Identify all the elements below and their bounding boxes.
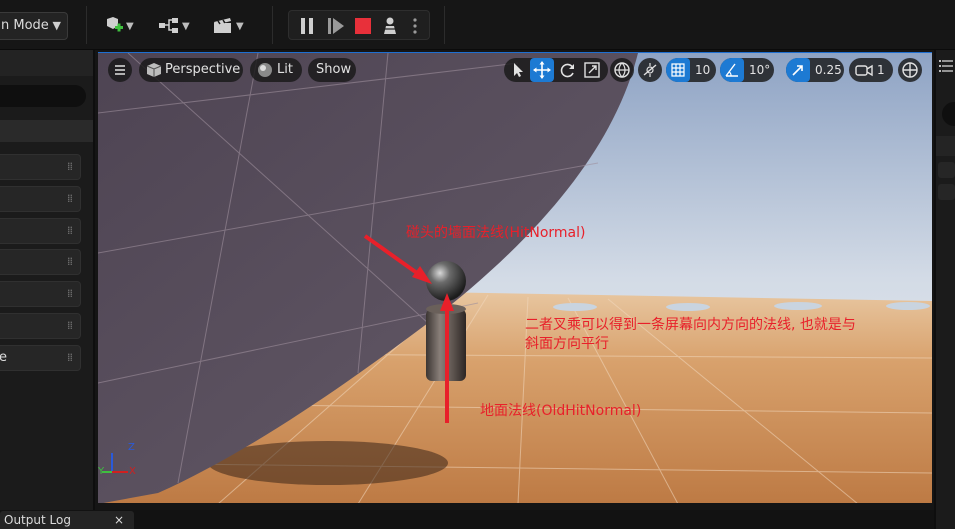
rotation-snap-toggle[interactable] <box>720 58 744 82</box>
list-item[interactable] <box>938 162 955 178</box>
mode-selector-label: n Mode <box>1 18 49 33</box>
surface-snapping-button[interactable] <box>638 58 662 82</box>
possess-icon[interactable] <box>381 16 399 36</box>
more-options-icon[interactable] <box>411 16 419 36</box>
mode-selector-button[interactable]: n Mode ▼ <box>0 12 68 40</box>
translate-button[interactable] <box>530 58 554 82</box>
stop-icon[interactable] <box>355 16 371 36</box>
main-toolbar: n Mode ▼ ▼ ▼ ▼ <box>0 0 955 50</box>
scale-snap-icon <box>792 65 803 76</box>
drag-handle-icon[interactable]: ⁞⁞ <box>67 187 73 211</box>
drag-handle-icon[interactable]: ⁞⁞ <box>67 219 73 243</box>
scale-icon[interactable] <box>582 60 602 80</box>
view-mode-button[interactable]: Perspective <box>139 58 243 82</box>
viewport-scene <box>98 53 932 503</box>
lighting-mode-label: Lit <box>277 62 293 77</box>
grid-snap-toggle[interactable] <box>666 58 690 82</box>
show-flags-button[interactable]: Show <box>308 58 356 82</box>
blueprint-icon <box>159 18 178 33</box>
unreal-editor-window: n Mode ▼ ▼ ▼ ▼ ⁞⁞ ⁞⁞ ⁞⁞ ⁞⁞ ⁞⁞ ⁞⁞ e ⁞⁞ Pe… <box>0 0 955 529</box>
axis-y-label: Y <box>98 466 105 477</box>
bottom-drawer: Output Log × <box>0 510 934 529</box>
list-item[interactable]: ⁞⁞ <box>0 249 81 275</box>
cinematics-icon <box>214 18 231 33</box>
scale-snap-value: 0.25 <box>815 63 842 77</box>
rotate-icon[interactable] <box>558 60 578 80</box>
add-actor-button[interactable]: ▼ <box>104 12 134 38</box>
grid-icon <box>671 63 685 77</box>
surface-snap-icon <box>643 63 657 77</box>
lighting-mode-button[interactable]: Lit <box>250 58 302 82</box>
drag-handle-icon[interactable]: ⁞⁞ <box>67 346 73 370</box>
chevron-down-icon: ▼ <box>236 21 244 32</box>
show-flags-label: Show <box>316 62 352 77</box>
output-log-tab-label: Output Log <box>4 513 71 527</box>
annotation-floor-normal: 地面法线(OldHitNormal) <box>480 403 642 419</box>
search-input[interactable] <box>942 102 955 126</box>
hamburger-menu-icon <box>115 65 125 75</box>
cinematics-button[interactable]: ▼ <box>212 12 244 38</box>
camera-icon <box>855 64 873 77</box>
angle-icon <box>725 63 738 77</box>
level-viewport[interactable]: Perspective Lit Show 10 10° 0.25 1 碰头的墙面… <box>98 52 932 503</box>
drag-handle-icon[interactable]: ⁞⁞ <box>67 314 73 338</box>
axis-x-label: X <box>129 466 136 477</box>
list-item[interactable]: e ⁞⁞ <box>0 345 81 371</box>
pause-icon[interactable] <box>299 16 315 36</box>
scale-snap-control[interactable]: 0.25 <box>786 58 844 82</box>
viewport-menu-button[interactable] <box>108 58 132 82</box>
toolbar-divider <box>272 6 273 44</box>
viewport-layout-button[interactable] <box>898 58 922 82</box>
layout-grid-icon <box>902 62 918 78</box>
camera-speed-control[interactable]: 1 <box>849 58 893 82</box>
grid-snap-control[interactable]: 10 <box>666 58 716 82</box>
chevron-down-icon: ▼ <box>126 21 134 32</box>
list-item[interactable] <box>938 184 955 200</box>
toolbar-divider <box>86 6 87 44</box>
list-item[interactable]: ⁞⁞ <box>0 313 81 339</box>
list-item[interactable]: ⁞⁞ <box>0 218 81 244</box>
search-input[interactable] <box>0 85 86 107</box>
right-panel <box>934 50 955 529</box>
play-controls <box>288 10 430 40</box>
drag-handle-icon[interactable]: ⁞⁞ <box>67 282 73 306</box>
perspective-cube-icon <box>146 63 162 77</box>
step-frame-icon[interactable] <box>327 16 345 36</box>
add-actor-icon <box>107 17 123 32</box>
move-arrows-icon <box>533 61 551 79</box>
category-header <box>936 136 955 156</box>
tab-output-log[interactable]: Output Log × <box>0 511 134 529</box>
axis-z-label: Z <box>128 442 135 453</box>
camera-speed-value: 1 <box>877 63 885 77</box>
transform-tools <box>504 58 608 82</box>
rotation-snap-control[interactable]: 10° <box>720 58 774 82</box>
coordinate-system-button[interactable] <box>610 58 634 82</box>
globe-icon <box>614 62 630 78</box>
chevron-down-icon: ▼ <box>52 19 61 32</box>
category-header <box>0 120 93 142</box>
left-details-panel: ⁞⁞ ⁞⁞ ⁞⁞ ⁞⁞ ⁞⁞ ⁞⁞ e ⁞⁞ <box>0 50 95 512</box>
lit-sphere-icon <box>258 63 272 77</box>
list-item-label: e <box>0 350 7 365</box>
list-item[interactable]: ⁞⁞ <box>0 281 81 307</box>
select-cursor-icon[interactable] <box>508 60 528 80</box>
annotation-cross-product-line2: 斜面方向平行 <box>525 336 609 352</box>
annotation-cross-product-line1: 二者叉乘可以得到一条屏幕向内方向的法线, 也就是与 <box>525 317 856 333</box>
annotation-wall-normal: 碰头的墙面法线(HitNormal) <box>406 225 586 241</box>
close-icon[interactable]: × <box>114 511 124 529</box>
blueprint-button[interactable]: ▼ <box>158 12 190 38</box>
drag-handle-icon[interactable]: ⁞⁞ <box>67 155 73 179</box>
list-item[interactable]: ⁞⁞ <box>0 186 81 212</box>
view-mode-label: Perspective <box>165 62 241 77</box>
outliner-icon[interactable] <box>938 56 955 76</box>
chevron-down-icon: ▼ <box>182 21 190 32</box>
grid-snap-value: 10 <box>695 63 711 77</box>
drag-handle-icon[interactable]: ⁞⁞ <box>67 250 73 274</box>
panel-header <box>0 50 93 76</box>
rotation-snap-value: 10° <box>749 63 771 77</box>
scale-snap-toggle[interactable] <box>786 58 810 82</box>
list-item[interactable]: ⁞⁞ <box>0 154 81 180</box>
toolbar-divider <box>444 6 445 44</box>
